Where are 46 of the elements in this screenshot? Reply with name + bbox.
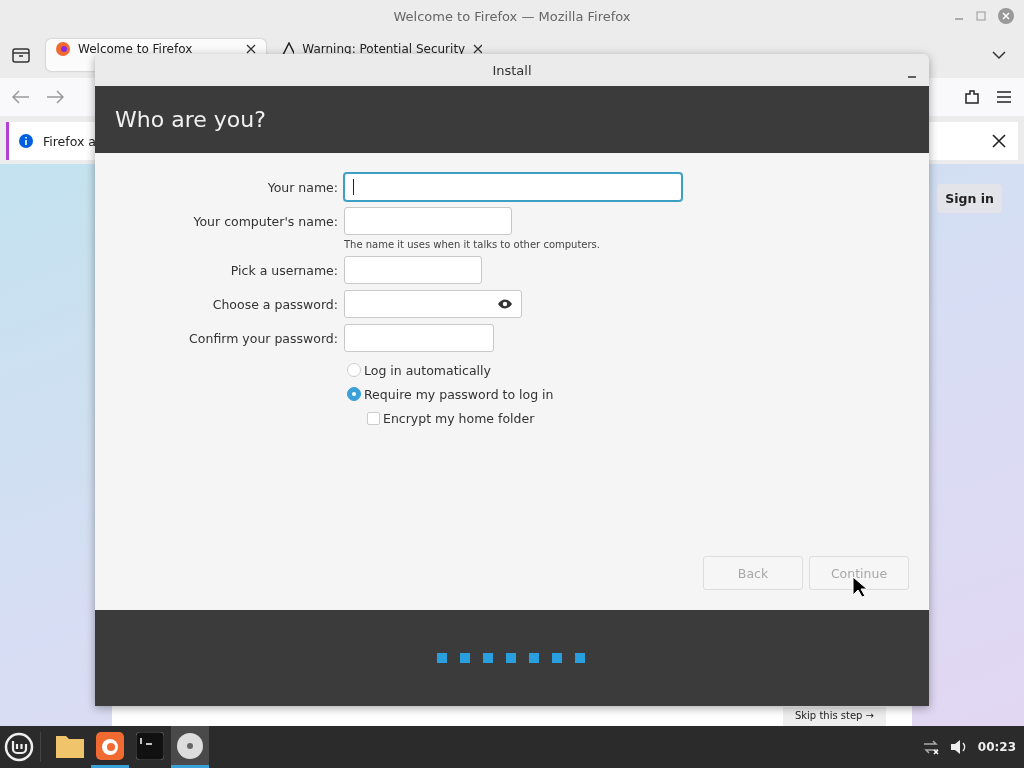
info-icon	[19, 134, 33, 148]
chevron-down-icon[interactable]	[992, 50, 1006, 60]
clock[interactable]: 00:23	[977, 740, 1016, 754]
tab-label: Warning: Potential Security	[302, 42, 466, 56]
input-field[interactable]	[344, 207, 512, 235]
dialog-title: Install	[492, 62, 532, 78]
eye-icon[interactable]	[497, 298, 513, 310]
menu-logo-icon[interactable]	[4, 732, 34, 762]
field-label: Confirm your password:	[188, 330, 338, 346]
page-heading: Who are you?	[115, 107, 266, 132]
field-label: Choose a password:	[211, 296, 338, 312]
checkbox[interactable]	[367, 411, 380, 425]
field-hint: The name it uses when it talks to other computers.	[344, 239, 601, 250]
forward-icon[interactable]	[46, 90, 64, 104]
volume-icon[interactable]	[949, 739, 968, 755]
browser-icon	[56, 42, 70, 56]
back-icon[interactable]	[12, 90, 30, 104]
taskbar-app[interactable]	[171, 726, 209, 768]
field-label: Your computer's name:	[192, 213, 338, 229]
mouse-pointer-icon	[852, 576, 868, 598]
tab-list-icon[interactable]	[12, 47, 30, 63]
radio-button[interactable]	[347, 387, 361, 401]
radio-button[interactable]	[347, 363, 361, 377]
field-label: Your name:	[266, 179, 338, 195]
extensions-icon[interactable]	[964, 89, 980, 105]
terminal-icon	[136, 731, 164, 760]
disc-icon	[176, 731, 204, 760]
field-label: Pick a username:	[229, 262, 338, 278]
network-disconnected-icon[interactable]	[921, 739, 940, 755]
notification-text: Firefox a	[43, 133, 96, 149]
sign-in-button[interactable]: Sign in	[937, 184, 1002, 213]
checkbox-label: Encrypt my home folder	[383, 410, 535, 426]
password-field[interactable]	[344, 290, 522, 318]
radio-label: Require my password to log in	[364, 386, 554, 402]
window-title: Welcome to Firefox — Mozilla Firefox	[393, 8, 631, 24]
close-icon[interactable]	[246, 44, 256, 54]
input-field[interactable]	[344, 256, 482, 284]
input-field[interactable]	[344, 324, 494, 352]
browser-icon	[96, 731, 124, 760]
close-icon[interactable]	[473, 44, 482, 54]
radio-label: Log in automatically	[364, 362, 491, 378]
tab-label: Welcome to Firefox	[78, 42, 194, 56]
input-field[interactable]	[344, 173, 682, 201]
close-icon[interactable]	[992, 134, 1006, 148]
skip-link[interactable]: Skip this step →	[782, 707, 886, 726]
menu-icon[interactable]	[996, 90, 1012, 104]
